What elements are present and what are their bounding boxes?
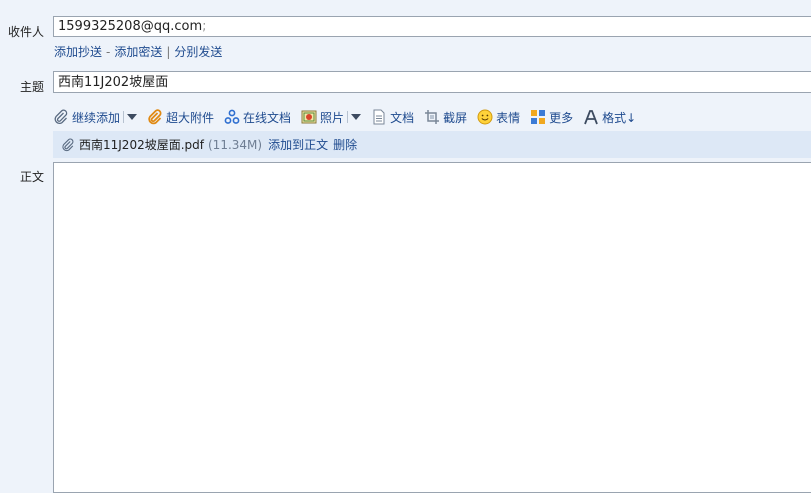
online-doc-icon	[224, 109, 240, 125]
format-label: 格式↓	[602, 110, 637, 125]
document-label: 文档	[390, 110, 415, 125]
large-attachment-label: 超大附件	[166, 110, 215, 125]
photo-label: 照片	[320, 110, 345, 125]
add-bcc-link[interactable]: 添加密送	[114, 45, 162, 59]
recipient-address: 1599325208@qq.com	[58, 19, 203, 34]
format-button[interactable]: 格式↓	[583, 109, 636, 126]
online-doc-label: 在线文档	[243, 110, 292, 125]
subject-value: 西南11J202坡屋面	[58, 75, 169, 90]
document-icon	[371, 109, 387, 125]
emoji-button[interactable]: 表情	[477, 109, 520, 126]
paperclip-icon	[53, 109, 69, 125]
dropdown-arrow-icon	[127, 114, 138, 120]
dropdown-arrow-icon	[351, 114, 362, 120]
add-cc-link[interactable]: 添加抄送	[54, 45, 102, 59]
attachment-item: 西南11J202坡屋面.pdf (11.34M) 添加到正文 删除	[53, 131, 811, 158]
screenshot-icon	[424, 109, 440, 125]
subject-label: 主题	[19, 80, 44, 94]
subject-input[interactable]: 西南11J202坡屋面	[53, 71, 811, 93]
attachment-size: (11.34M)	[208, 137, 263, 152]
recipient-field[interactable]: 1599325208@qq.com;	[53, 16, 811, 37]
more-label: 更多	[549, 110, 574, 125]
body-editor[interactable]	[53, 162, 811, 493]
recipient-links: 添加抄送 - 添加密送 | 分别发送	[54, 43, 222, 60]
more-grid-icon	[530, 109, 546, 125]
continue-add-button[interactable]: 继续添加	[53, 109, 138, 126]
screenshot-button[interactable]: 截屏	[424, 109, 467, 126]
compose-toolbar: 继续添加 超大附件 在线文档 照片 文档 截屏 表情 更多 格式↓	[53, 107, 646, 127]
body-label: 正文	[19, 170, 44, 184]
recipient-separator: ;	[202, 19, 207, 34]
large-attachment-icon	[147, 109, 163, 125]
photo-dropdown[interactable]	[347, 111, 362, 123]
format-text-icon	[583, 109, 599, 125]
attachment-paperclip-icon	[61, 137, 75, 153]
emoji-label: 表情	[496, 110, 521, 125]
link-dash: -	[106, 45, 111, 59]
continue-add-dropdown[interactable]	[123, 111, 138, 123]
recipient-label: 收件人	[7, 25, 44, 39]
continue-add-label: 继续添加	[72, 110, 121, 125]
online-doc-button[interactable]: 在线文档	[224, 109, 291, 126]
link-pipe: |	[166, 45, 171, 59]
screenshot-label: 截屏	[443, 110, 468, 125]
add-to-body-link[interactable]: 添加到正文	[268, 136, 328, 153]
large-attachment-button[interactable]: 超大附件	[147, 109, 214, 126]
photo-icon	[301, 109, 317, 125]
attachment-filename: 西南11J202坡屋面.pdf	[79, 138, 204, 152]
photo-button[interactable]: 照片	[301, 109, 362, 126]
more-button[interactable]: 更多	[530, 109, 573, 126]
smiley-icon	[477, 109, 493, 125]
delete-attachment-link[interactable]: 删除	[333, 136, 357, 153]
document-button[interactable]: 文档	[371, 109, 414, 126]
send-separately-link[interactable]: 分别发送	[174, 45, 222, 59]
